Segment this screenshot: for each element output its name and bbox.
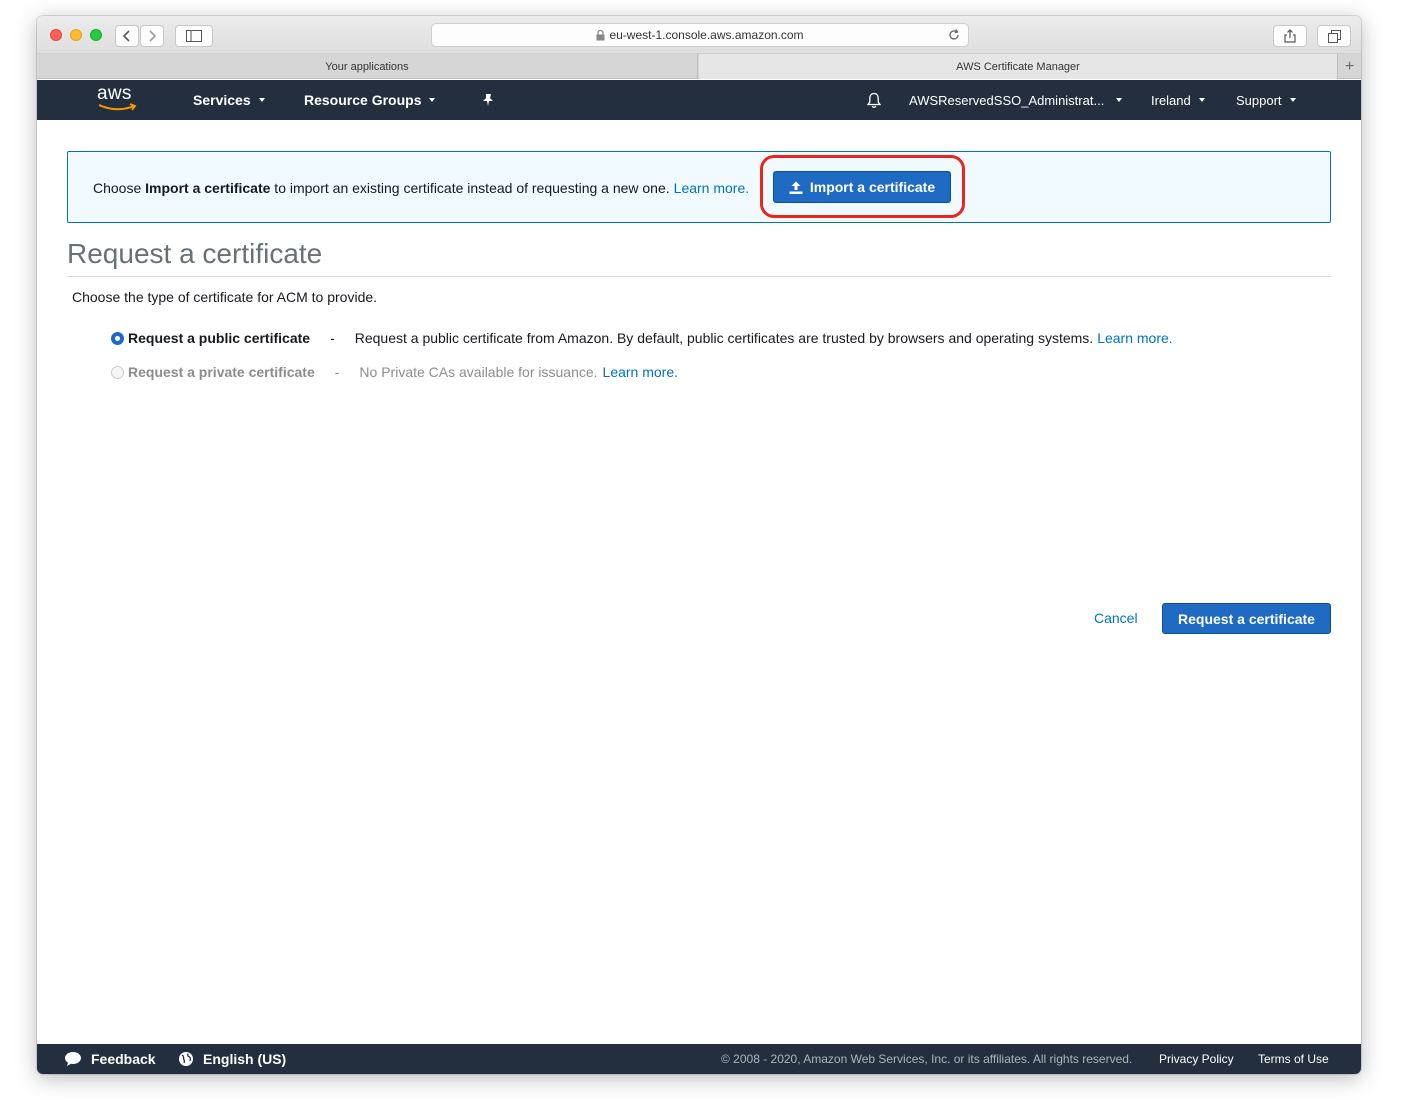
page-title: Request a certificate <box>67 238 323 269</box>
banner-message: Choose Import a certificate to import an… <box>93 152 749 224</box>
chevron-down-icon <box>258 98 265 102</box>
browser-window: eu-west-1.console.aws.amazon.com Your ap… <box>37 16 1361 1074</box>
chevron-right-icon <box>149 30 156 42</box>
console-footer: Feedback English (US) © 2008 - 2020, Ama… <box>37 1044 1361 1074</box>
title-divider <box>67 276 1331 277</box>
sidebar-toggle-button[interactable] <box>175 25 213 47</box>
forward-button[interactable] <box>140 25 164 47</box>
feedback-button[interactable]: Feedback <box>64 1044 156 1074</box>
support-menu[interactable]: Support <box>1236 80 1296 120</box>
option-public-certificate[interactable]: Request a public certificate - Request a… <box>111 328 1173 348</box>
resource-groups-label: Resource Groups <box>304 92 422 108</box>
import-info-banner: Choose Import a certificate to import an… <box>67 151 1331 223</box>
option-label: Request a public certificate <box>128 330 311 346</box>
public-learn-more-link[interactable]: Learn more. <box>1097 330 1172 346</box>
option-private-certificate: Request a private certificate - No Priva… <box>111 362 678 382</box>
aws-logo[interactable]: aws <box>97 84 139 116</box>
back-button[interactable] <box>115 25 139 47</box>
share-icon <box>1284 29 1296 43</box>
minimize-window-button[interactable] <box>70 29 82 41</box>
resource-groups-menu[interactable]: Resource Groups <box>304 80 436 120</box>
annotation-highlight-circle <box>760 155 965 218</box>
tabs-overview-button[interactable] <box>1317 25 1351 47</box>
region-label: Ireland <box>1151 92 1191 108</box>
option-label: Request a private certificate <box>128 364 315 380</box>
plus-icon: + <box>1344 57 1355 75</box>
tab-bar: Your applications AWS Certificate Manage… <box>37 54 1361 79</box>
option-description: No Private CAs available for issuance. <box>359 364 598 380</box>
tab-aws-certificate-manager[interactable]: AWS Certificate Manager <box>699 54 1337 79</box>
option-separator: - <box>330 330 335 346</box>
chevron-down-icon <box>1289 98 1296 102</box>
option-separator: - <box>334 364 340 380</box>
aws-logo-text: aws <box>97 83 132 104</box>
request-certificate-button[interactable]: Request a certificate <box>1162 603 1331 634</box>
close-window-button[interactable] <box>50 29 62 41</box>
copyright-text: © 2008 - 2020, Amazon Web Services, Inc.… <box>721 1052 1133 1066</box>
tab-label: Your applications <box>325 60 409 73</box>
chevron-down-icon <box>1116 98 1123 102</box>
speech-bubble-icon <box>65 1052 81 1066</box>
banner-text-suffix: to import an existing certificate instea… <box>270 180 670 196</box>
globe-icon <box>179 1052 193 1066</box>
chevron-left-icon <box>123 30 130 42</box>
zoom-window-button[interactable] <box>90 29 102 41</box>
banner-learn-more-link[interactable]: Learn more. <box>674 180 749 196</box>
support-label: Support <box>1236 92 1282 108</box>
terms-of-use-link[interactable]: Terms of Use <box>1258 1044 1329 1074</box>
services-menu[interactable]: Services <box>193 80 265 120</box>
tab-label: AWS Certificate Manager <box>956 60 1080 73</box>
pin-button[interactable] <box>481 80 495 120</box>
url-text: eu-west-1.console.aws.amazon.com <box>609 28 804 42</box>
option-description: Request a public certificate from Amazon… <box>354 330 1094 346</box>
address-bar[interactable]: eu-west-1.console.aws.amazon.com <box>431 23 969 47</box>
chevron-down-icon <box>429 98 436 102</box>
share-button[interactable] <box>1273 25 1307 47</box>
services-label: Services <box>193 92 251 108</box>
language-selector[interactable]: English (US) <box>178 1044 286 1074</box>
account-menu[interactable]: AWSReservedSSO_Administrat... <box>909 80 1123 120</box>
private-certificate-radio <box>111 365 124 379</box>
notifications-button[interactable] <box>866 80 882 120</box>
privacy-policy-link[interactable]: Privacy Policy <box>1159 1044 1234 1074</box>
aws-top-nav: aws Services Resource Groups AWSReserved… <box>37 80 1361 120</box>
bell-icon <box>866 92 882 108</box>
new-tab-button[interactable]: + <box>1337 54 1361 79</box>
browser-toolbar: eu-west-1.console.aws.amazon.com <box>37 16 1361 54</box>
public-certificate-radio[interactable] <box>111 331 124 345</box>
private-learn-more-link[interactable]: Learn more. <box>603 364 678 380</box>
banner-text-prefix: Choose <box>93 180 146 196</box>
aws-smile-icon <box>98 103 137 111</box>
reload-icon[interactable] <box>948 29 960 41</box>
cancel-button[interactable]: Cancel <box>1094 610 1138 626</box>
pin-icon <box>483 94 493 106</box>
language-label: English (US) <box>203 1051 287 1067</box>
account-label: AWSReservedSSO_Administrat... <box>909 92 1105 108</box>
lock-icon <box>596 29 605 40</box>
banner-text-bold: Import a certificate <box>145 180 271 196</box>
page-subtitle: Choose the type of certificate for ACM t… <box>72 289 378 305</box>
tab-your-applications[interactable]: Your applications <box>37 54 698 79</box>
region-menu[interactable]: Ireland <box>1151 80 1205 120</box>
sidebar-icon <box>186 30 202 42</box>
feedback-label: Feedback <box>91 1051 156 1067</box>
tabs-icon <box>1327 29 1341 43</box>
chevron-down-icon <box>1198 98 1205 102</box>
request-button-label: Request a certificate <box>1178 610 1315 627</box>
